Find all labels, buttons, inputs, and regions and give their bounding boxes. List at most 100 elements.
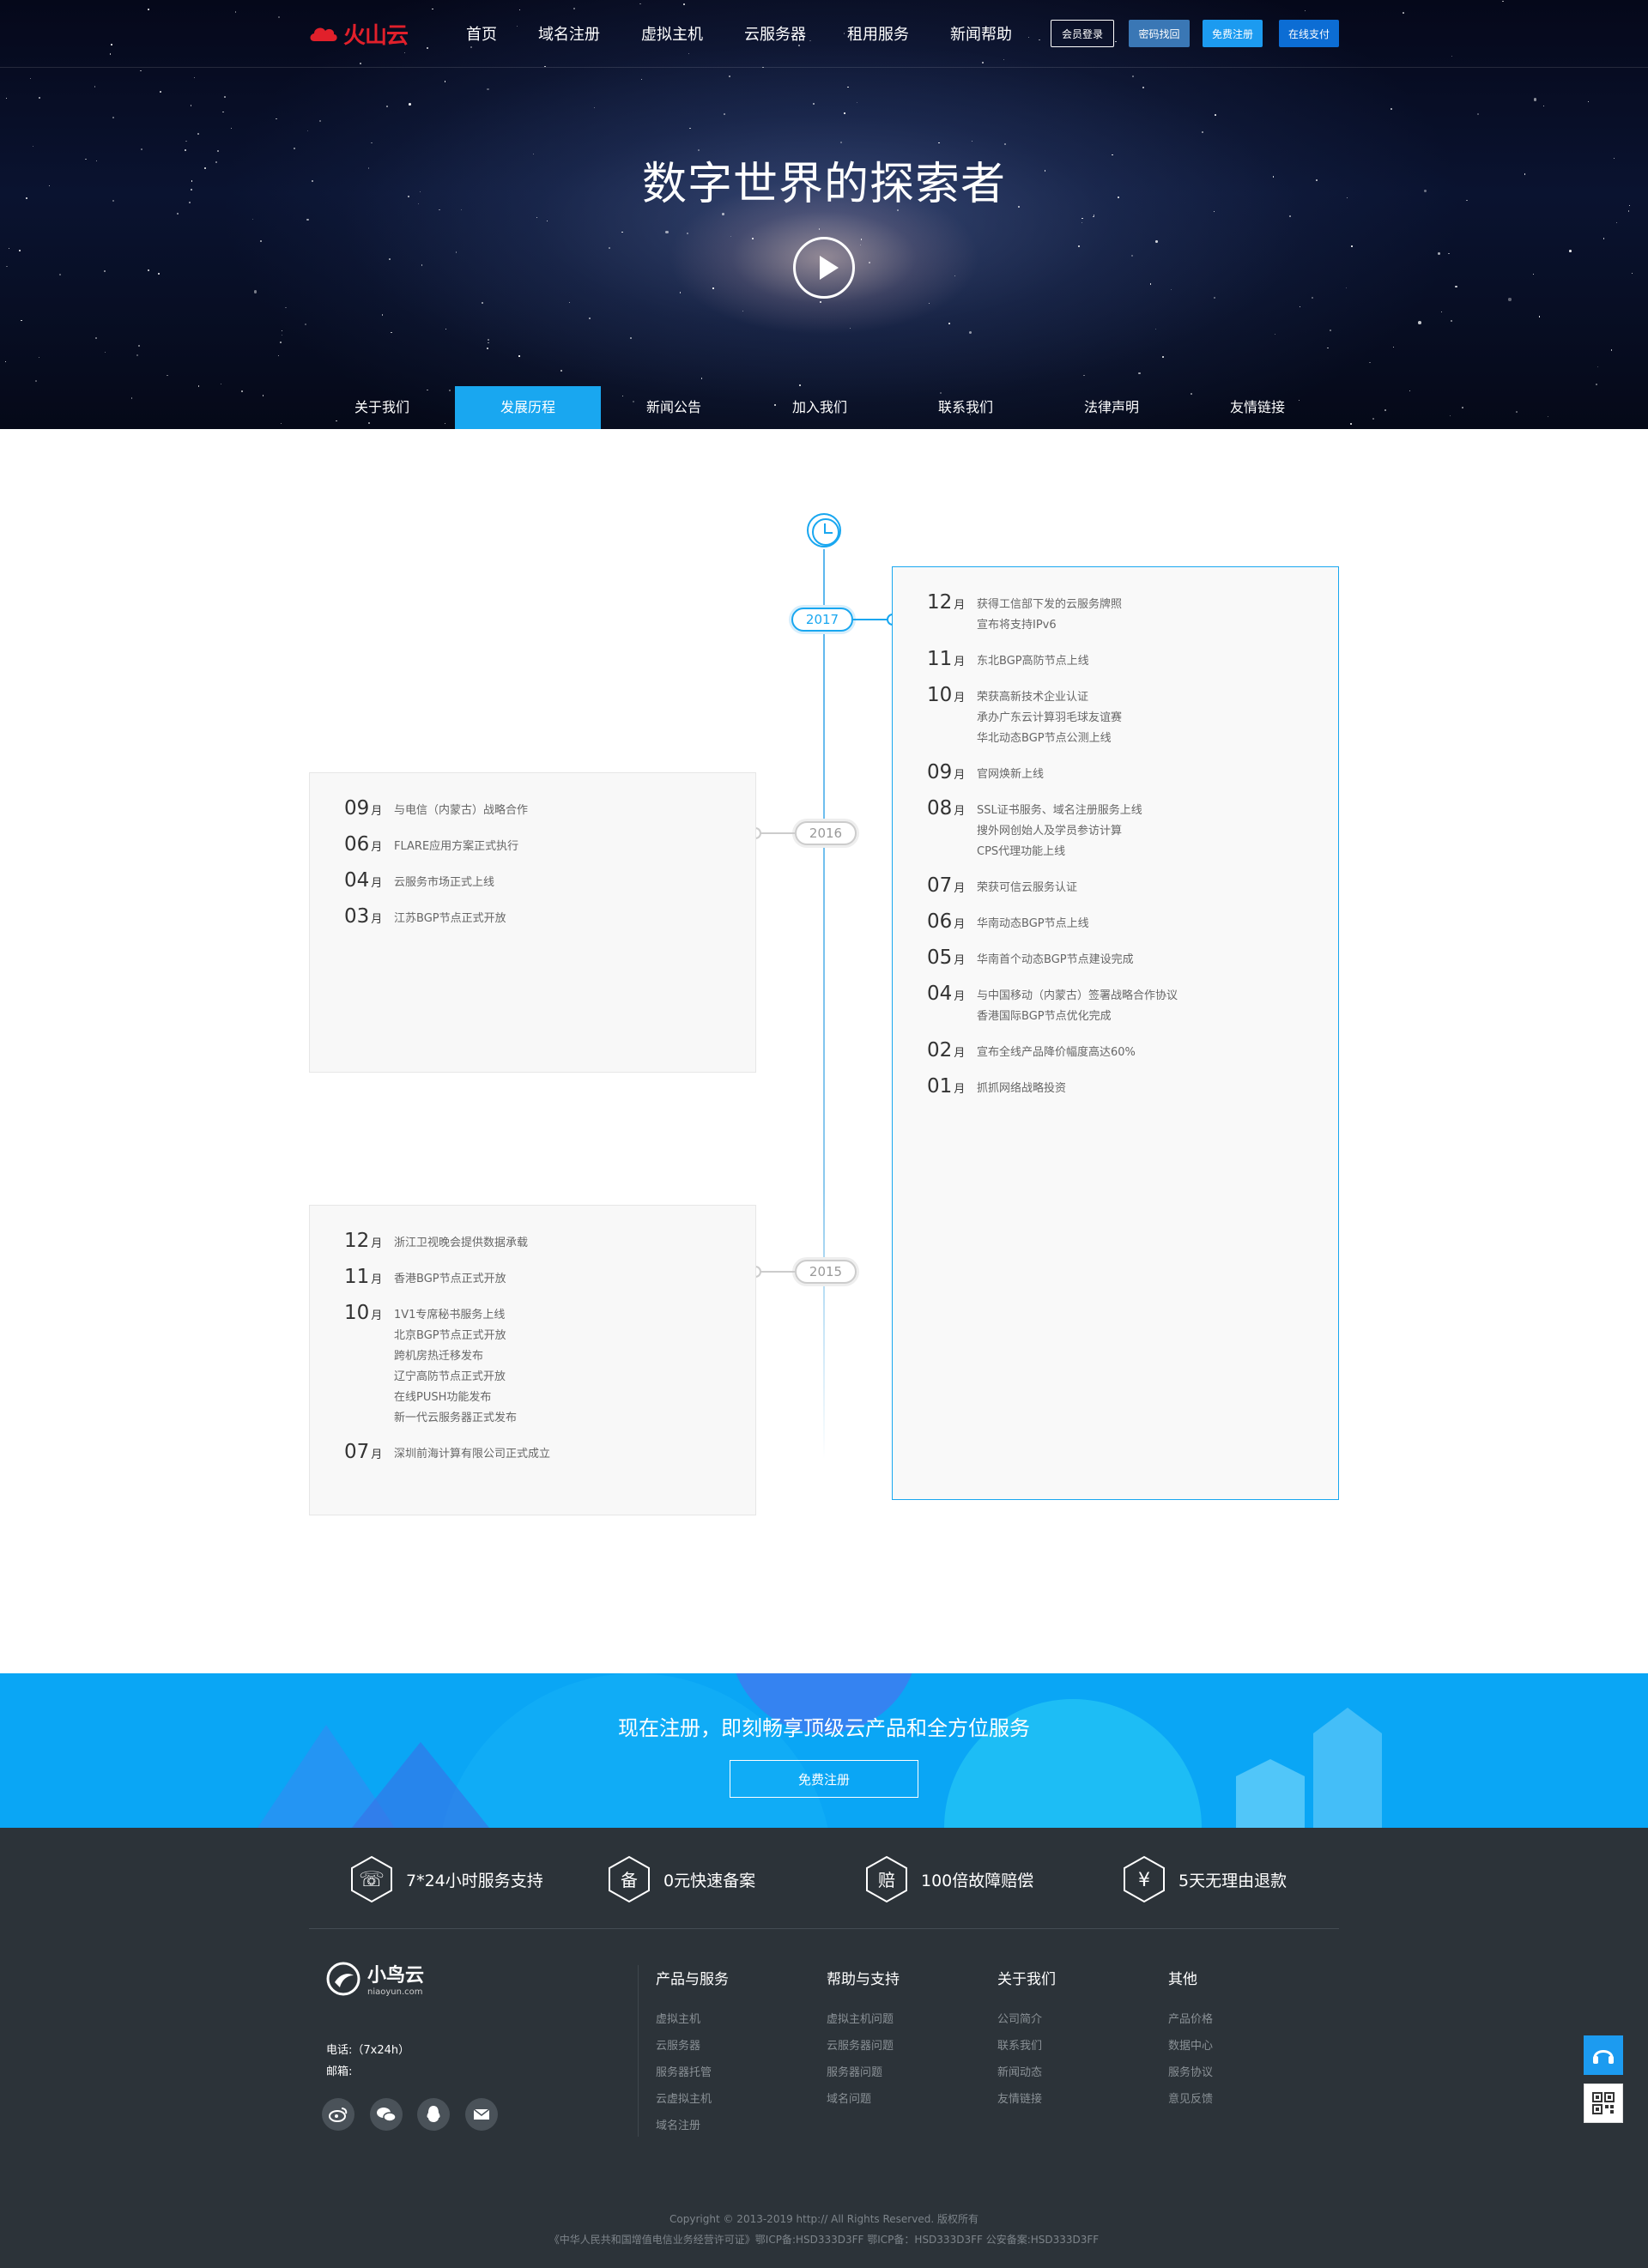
footer-link[interactable]: 联系我们 xyxy=(997,2036,1042,2053)
star xyxy=(260,240,263,242)
month-unit: 月 xyxy=(954,882,966,895)
footer-link[interactable]: 产品价格 xyxy=(1168,2010,1213,2026)
star xyxy=(381,314,384,316)
footer-link[interactable]: 服务协议 xyxy=(1168,2063,1213,2079)
month-unit: 月 xyxy=(371,841,383,854)
footer-link[interactable]: 云服务器 xyxy=(656,2036,700,2053)
subnav-join[interactable]: 加入我们 xyxy=(747,386,893,429)
play-video-icon[interactable] xyxy=(793,237,855,299)
subnav-about[interactable]: 关于我们 xyxy=(309,386,455,429)
login-button[interactable]: 会员登录 xyxy=(1051,20,1114,47)
password-recovery-button[interactable]: 密码找回 xyxy=(1129,20,1190,47)
star xyxy=(1461,406,1463,408)
footer-link[interactable]: 虚拟主机问题 xyxy=(827,2010,894,2026)
star xyxy=(159,91,161,94)
timeline-event: 09 月与电信（内蒙古）战略合作 xyxy=(344,797,721,821)
qq-icon[interactable] xyxy=(417,2098,450,2131)
footer-logo[interactable]: 小鸟云 niaoyun.com xyxy=(326,1960,424,1997)
month-unit: 月 xyxy=(954,692,966,705)
email-icon[interactable] xyxy=(465,2098,498,2131)
star xyxy=(722,212,725,215)
month-number: 04 xyxy=(927,983,953,1005)
online-pay-button[interactable]: 在线支付 xyxy=(1279,20,1339,47)
nav-item-vhost[interactable]: 虚拟主机 xyxy=(641,22,703,45)
month-unit: 月 xyxy=(954,918,966,931)
star xyxy=(487,88,489,91)
timeline-event: 06 月 FLARE应用方案正式执行 xyxy=(344,833,721,857)
month-unit: 月 xyxy=(371,805,383,818)
star xyxy=(6,265,8,268)
customer-service-icon[interactable] xyxy=(1584,2035,1623,2075)
star xyxy=(1533,98,1537,101)
star xyxy=(306,218,309,221)
event-text: 江苏BGP节点正式开放 xyxy=(394,912,506,925)
weibo-icon[interactable] xyxy=(322,2098,354,2131)
star xyxy=(109,53,112,56)
star xyxy=(158,273,161,275)
star xyxy=(560,370,562,372)
star xyxy=(1215,114,1217,117)
qrcode-icon[interactable] xyxy=(1584,2084,1623,2123)
nav-item-rental[interactable]: 租用服务 xyxy=(847,22,909,45)
star xyxy=(536,216,537,218)
year-badge-2017[interactable]: 2017 xyxy=(791,608,853,632)
footer-link[interactable]: 服务器托管 xyxy=(656,2063,712,2079)
footer-link[interactable]: 域名注册 xyxy=(656,2116,700,2132)
event-text: 与电信（内蒙古）战略合作 xyxy=(394,804,529,817)
star xyxy=(1171,288,1172,291)
banner-register-button[interactable]: 免费注册 xyxy=(730,1760,918,1798)
star xyxy=(593,107,595,109)
footer-link[interactable]: 服务器问题 xyxy=(827,2063,882,2079)
event-text: 云服务市场正式上线 xyxy=(394,876,495,889)
subnav-history[interactable]: 发展历程 xyxy=(455,386,601,429)
register-button[interactable]: 免费注册 xyxy=(1203,20,1263,47)
wechat-icon[interactable] xyxy=(370,2098,403,2131)
star xyxy=(112,117,114,118)
nav-item-domain[interactable]: 域名注册 xyxy=(538,22,600,45)
star xyxy=(421,263,423,266)
event-text: 宣布全线产品降价幅度高达60% xyxy=(977,1046,1136,1059)
footer-link[interactable]: 公司简介 xyxy=(997,2010,1042,2026)
footer-link[interactable]: 友情链接 xyxy=(997,2090,1042,2106)
footer-link[interactable]: 数据中心 xyxy=(1168,2036,1213,2053)
event-month: 06 月 xyxy=(927,910,977,933)
footer-link[interactable]: 云虚拟主机 xyxy=(656,2090,712,2106)
footer-link[interactable]: 域名问题 xyxy=(827,2090,871,2106)
month-number: 12 xyxy=(927,591,953,614)
star xyxy=(137,344,140,347)
star xyxy=(29,78,31,80)
subnav-legal[interactable]: 法律声明 xyxy=(1039,386,1184,429)
brand-logo[interactable]: 火山云 xyxy=(309,21,409,49)
star xyxy=(1351,245,1353,247)
timeline-axis xyxy=(823,549,825,1459)
star xyxy=(1003,142,1006,145)
star xyxy=(197,385,200,387)
nav-item-cloud-server[interactable]: 云服务器 xyxy=(744,22,806,45)
footer-link[interactable]: 新闻动态 xyxy=(997,2063,1042,2079)
footer-link[interactable]: 意见反馈 xyxy=(1168,2090,1213,2106)
star xyxy=(432,8,433,10)
footer-link[interactable]: 云服务器问题 xyxy=(827,2036,894,2053)
star xyxy=(277,15,280,18)
subnav-news[interactable]: 新闻公告 xyxy=(601,386,747,429)
subnav-links[interactable]: 友情链接 xyxy=(1184,386,1330,429)
footer-link[interactable]: 虚拟主机 xyxy=(656,2010,700,2026)
nav-item-home[interactable]: 首页 xyxy=(466,22,497,45)
star xyxy=(843,33,845,34)
star xyxy=(253,290,258,293)
star xyxy=(683,3,685,5)
month-unit: 月 xyxy=(954,599,966,612)
star xyxy=(869,262,870,263)
svg-text:赔: 赔 xyxy=(878,1870,895,1890)
star xyxy=(665,230,669,234)
subnav-contact[interactable]: 联系我们 xyxy=(893,386,1039,429)
year-badge-2015[interactable]: 2015 xyxy=(795,1260,857,1284)
nav-item-news-help[interactable]: 新闻帮助 xyxy=(950,22,1012,45)
timeline-event: 07 月深圳前海计算有限公司正式成立 xyxy=(344,1441,721,1465)
year-badge-2016[interactable]: 2016 xyxy=(795,821,857,845)
star xyxy=(568,301,571,304)
cloud-logo-icon xyxy=(310,27,337,41)
svg-text:¥: ¥ xyxy=(1138,1870,1150,1891)
event-list: 12 月浙江卫视晚会提供数据承载 11 月香港BGP节点正式开放 10 月 1V1专席秘书服… xyxy=(344,1230,721,1465)
timeline-event: 10 月荣获高新技术企业认证 承办广东云计算羽毛球友谊赛 华北动态BGP节点公测上… xyxy=(927,684,1304,749)
